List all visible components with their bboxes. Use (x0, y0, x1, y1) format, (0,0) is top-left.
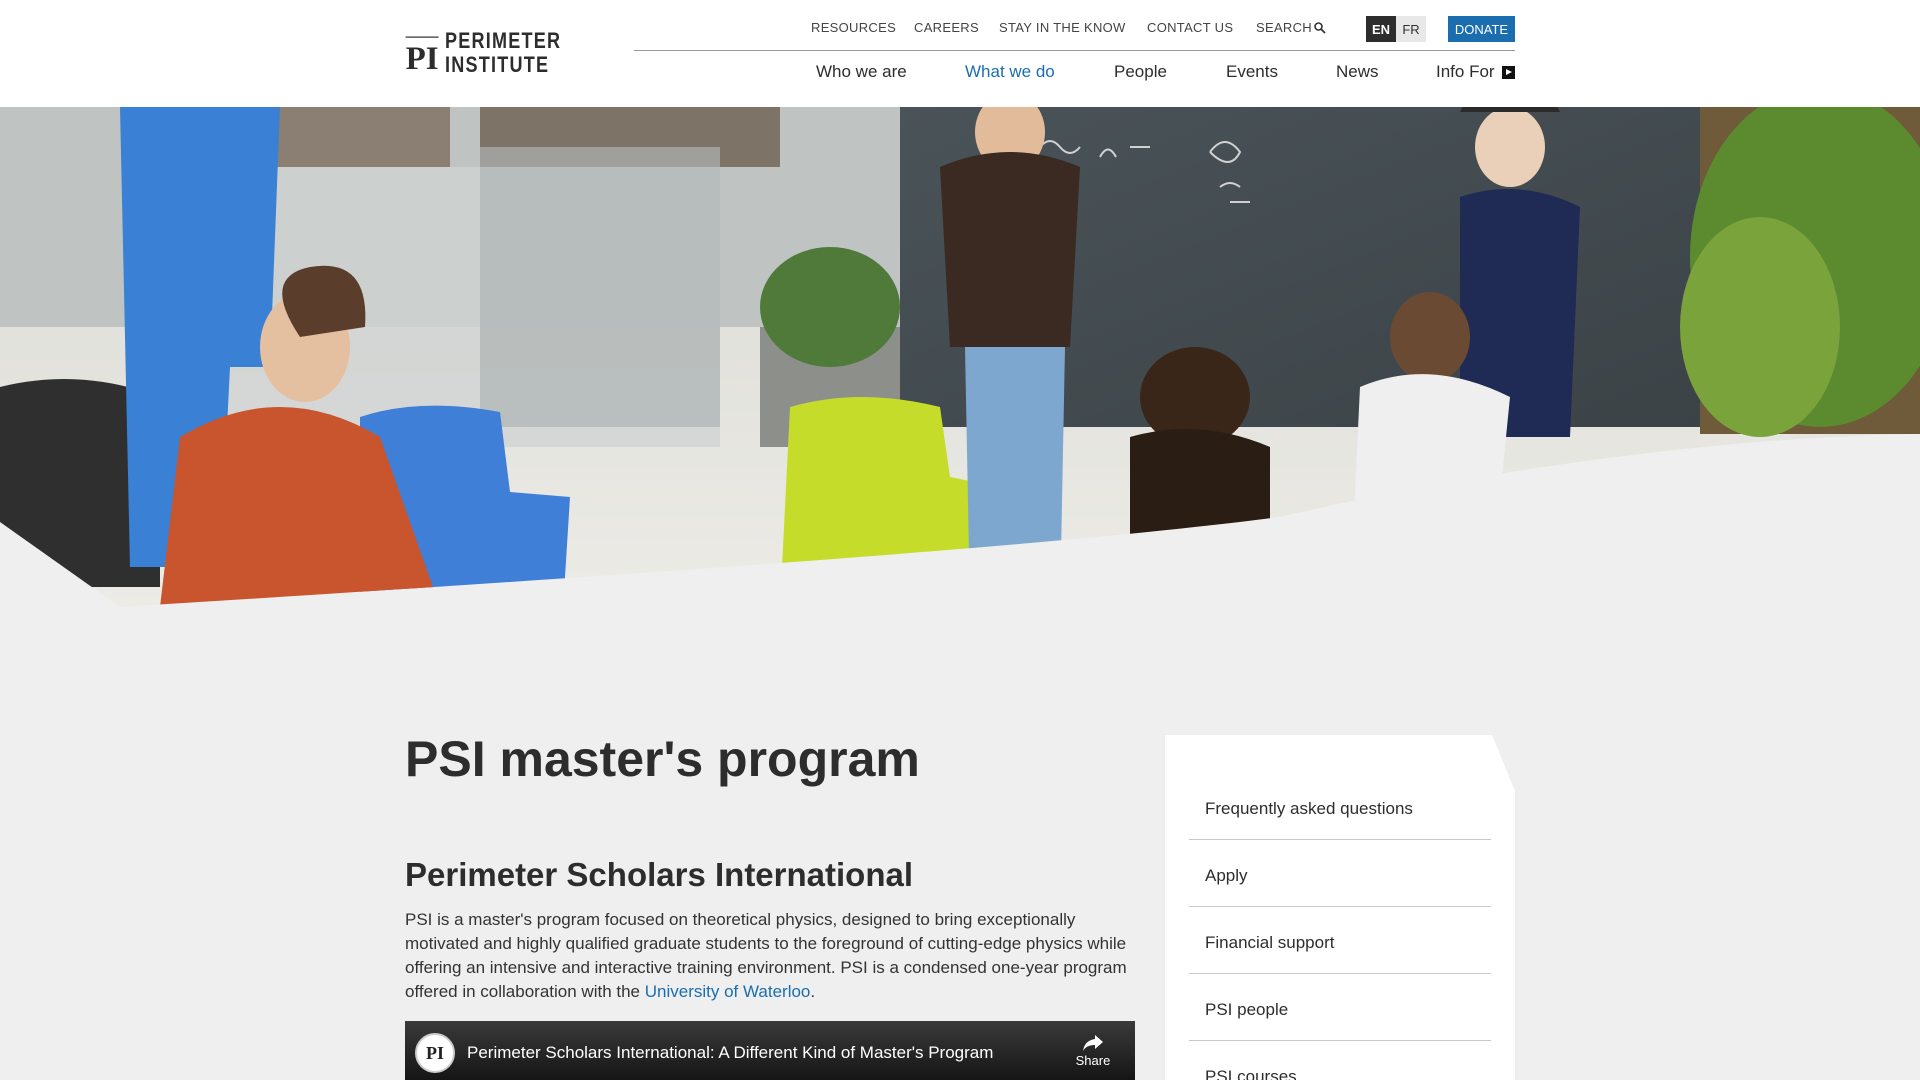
video-title[interactable]: Perimeter Scholars International: A Diff… (467, 1043, 993, 1063)
sidebar-item-label: Financial support (1205, 933, 1335, 952)
nav-news[interactable]: News (1336, 62, 1379, 82)
sidebar-item-apply[interactable]: Apply (1189, 840, 1491, 907)
careers-link[interactable]: CAREERS (914, 20, 979, 35)
nav-info-for[interactable]: Info For (1436, 62, 1495, 82)
perimeter-logo[interactable]: PI PERIMETER INSTITUTE (405, 22, 587, 84)
sidebar-item-psi-people[interactable]: PSI people (1189, 974, 1491, 1041)
intro-end: . (810, 982, 816, 1001)
search-link[interactable]: SEARCH (1256, 20, 1312, 35)
language-fr-button[interactable]: FR (1396, 16, 1426, 42)
sidebar-menu: Frequently asked questions Apply Financi… (1165, 735, 1515, 1080)
resources-link[interactable]: RESOURCES (811, 20, 896, 35)
search-icon[interactable] (1313, 21, 1327, 35)
page-title: PSI master's program (405, 731, 920, 787)
sidebar-item-financial-support[interactable]: Financial support (1189, 907, 1491, 974)
header-divider (634, 50, 1515, 51)
donate-button[interactable]: DONATE (1448, 16, 1515, 42)
channel-avatar[interactable]: PI (415, 1033, 455, 1073)
share-icon (1083, 1035, 1103, 1051)
university-of-waterloo-link[interactable]: University of Waterloo (645, 982, 811, 1001)
sidebar-item-psi-courses[interactable]: PSI courses (1189, 1041, 1491, 1080)
hero-image (0, 107, 1920, 607)
sidebar-item-label: Frequently asked questions (1205, 799, 1413, 818)
embedded-video-player[interactable]: PI Perimeter Scholars International: A D… (405, 1021, 1135, 1080)
stay-in-the-know-link[interactable]: STAY IN THE KNOW (999, 20, 1126, 35)
sidebar-item-label: PSI courses (1205, 1067, 1297, 1080)
logo-line-2: INSTITUTE (445, 52, 550, 77)
site-header: PI PERIMETER INSTITUTE RESOURCES CAREERS… (0, 0, 1920, 107)
pi-logo-icon: PI (406, 36, 439, 77)
section-heading: Perimeter Scholars International (405, 856, 914, 893)
nav-what-we-do[interactable]: What we do (965, 62, 1055, 82)
sidebar-item-label: PSI people (1205, 1000, 1289, 1019)
language-en-button[interactable]: EN (1366, 16, 1396, 42)
external-arrow-icon[interactable] (1502, 66, 1515, 79)
sidebar-item-faq[interactable]: Frequently asked questions (1189, 773, 1491, 840)
svg-text:PI: PI (406, 41, 439, 77)
share-label: Share (1075, 1053, 1111, 1068)
sidebar-item-label: Apply (1205, 866, 1248, 885)
intro-paragraph: PSI is a master's program focused on the… (405, 908, 1135, 1004)
nav-events[interactable]: Events (1226, 62, 1278, 82)
logo-line-1: PERIMETER (445, 28, 562, 53)
contact-us-link[interactable]: CONTACT US (1147, 20, 1233, 35)
nav-people[interactable]: People (1114, 62, 1167, 82)
share-button[interactable]: Share (1065, 1033, 1121, 1068)
nav-who-we-are[interactable]: Who we are (816, 62, 907, 82)
logo-wordmark: PERIMETER INSTITUTE (445, 29, 587, 77)
